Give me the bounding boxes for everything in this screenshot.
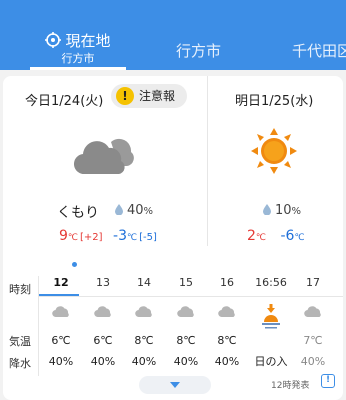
hour-label: 12	[53, 276, 69, 289]
sunset-icon	[262, 304, 280, 329]
cloud-icon	[135, 306, 152, 318]
hour-temp	[253, 330, 289, 352]
hour-temp: 8℃	[217, 334, 237, 347]
hour-column: 15 8℃ 40%	[168, 276, 204, 372]
hour-temp: 8℃	[134, 334, 154, 347]
tab-current-sublabel: 行方市	[61, 52, 95, 65]
hour-label: 15	[179, 276, 193, 289]
row-label-temp: 気温	[9, 335, 31, 348]
today-low-diff: [-5]	[139, 232, 157, 243]
hour-weather-icon	[253, 296, 289, 330]
cloud-icon	[52, 306, 69, 318]
hour-weather-icon	[126, 296, 162, 330]
hour-weather-icon	[295, 296, 331, 330]
hour-label: 16:56	[255, 276, 287, 289]
tomorrow-high: 2℃	[247, 228, 267, 244]
hour-column: 13 6℃ 40%	[85, 276, 121, 372]
today-rain-unit: %	[143, 206, 154, 217]
hour-temp: 8℃	[176, 334, 196, 347]
location-tabs: 現在地 行方市 行方市 千代田区	[0, 0, 346, 70]
tomorrow-rain-unit: %	[291, 206, 302, 217]
sun-icon	[251, 128, 297, 174]
hour-column: 14 8℃ 40%	[126, 276, 162, 372]
hour-column: 16 8℃ 40%	[209, 276, 245, 372]
hour-label: 17	[306, 276, 320, 289]
hour-label: 14	[137, 276, 151, 289]
today-temps: 9℃ [+2] -3℃ [-5]	[59, 228, 157, 244]
tomorrow-title: 明日1/25(水)	[235, 94, 314, 109]
hour-column: 12 6℃ 40%	[43, 276, 79, 372]
tomorrow-rain-value: 10	[275, 203, 292, 218]
tomorrow-rain-chance: 10%	[263, 203, 301, 218]
tab-chiyoda[interactable]: 千代田区	[292, 0, 346, 70]
hour-label: 16	[220, 276, 234, 289]
hour-column: 16:56 日の入	[253, 276, 289, 372]
cloud-icon	[304, 306, 321, 318]
tab-current-label: 現在地	[65, 32, 111, 50]
hour-temp: 7℃	[303, 334, 323, 347]
hourly-forecast: 時刻 気温 降水 12 6℃ 40% 13 6℃ 40% 14 8℃ 40% 15 8℃ 40% 16 8…	[3, 276, 343, 376]
warning-label: 注意報	[139, 89, 176, 103]
today-rain-value: 40	[127, 203, 144, 218]
hour-rain: 40%	[173, 355, 199, 368]
hour-weather-icon	[43, 296, 79, 330]
hour-rain: 40%	[214, 355, 240, 368]
hour-column: 17 7℃ 40%	[295, 276, 331, 372]
today-title: 今日1/24(火)	[25, 94, 104, 109]
hour-rain: 40%	[90, 355, 116, 368]
expand-hourly-button[interactable]	[139, 376, 211, 394]
chevron-down-icon	[170, 382, 180, 388]
hour-weather-icon	[209, 296, 245, 330]
raindrop-icon	[263, 204, 271, 215]
hour-temp: 6℃	[93, 334, 113, 347]
hour-label: 13	[96, 276, 110, 289]
tab-current-location[interactable]: 現在地 行方市	[30, 0, 126, 70]
today-high: 9℃ [+2]	[59, 228, 103, 244]
info-icon[interactable]: !	[321, 374, 335, 388]
page-indicator-dot	[72, 262, 77, 267]
hourly-label-divider	[38, 276, 39, 376]
forecast-card: 今日1/24(火) ! 注意報 くもり 40% 9℃ [+2] -3℃ [-5] 明…	[3, 76, 343, 400]
tomorrow-temps: 2℃ -6℃	[247, 228, 305, 244]
active-tab-indicator	[30, 67, 126, 70]
cloud-icon	[73, 138, 134, 175]
warning-badge[interactable]: ! 注意報	[111, 84, 187, 108]
hour-rain: 40%	[300, 355, 326, 368]
hour-weather-icon	[168, 296, 204, 330]
today-rain-chance: 40%	[115, 203, 153, 218]
row-label-rain: 降水	[9, 357, 31, 370]
hour-temp: 6℃	[51, 334, 71, 347]
current-location-icon	[45, 32, 62, 48]
hour-rain: 40%	[48, 355, 74, 368]
tab-namegata-label: 行方市	[176, 42, 222, 60]
day-divider	[207, 76, 208, 246]
today-low: -3℃ [-5]	[113, 228, 157, 244]
hour-rain: 40%	[131, 355, 157, 368]
tomorrow-low: -6℃	[280, 228, 305, 244]
raindrop-icon	[115, 204, 123, 215]
cloud-icon	[177, 306, 194, 318]
today-condition: くもり	[57, 205, 99, 221]
warning-icon: !	[116, 87, 134, 105]
tab-namegata[interactable]: 行方市	[176, 0, 226, 70]
row-label-time: 時刻	[9, 283, 31, 296]
hour-weather-icon	[85, 296, 121, 330]
cloud-icon	[218, 306, 235, 318]
cloud-icon	[94, 306, 111, 318]
today-high-diff: [+2]	[80, 232, 103, 243]
hour-rain: 日の入	[254, 355, 288, 368]
issued-time: 12時発表	[271, 381, 310, 391]
tab-chiyoda-label: 千代田区	[292, 42, 346, 60]
